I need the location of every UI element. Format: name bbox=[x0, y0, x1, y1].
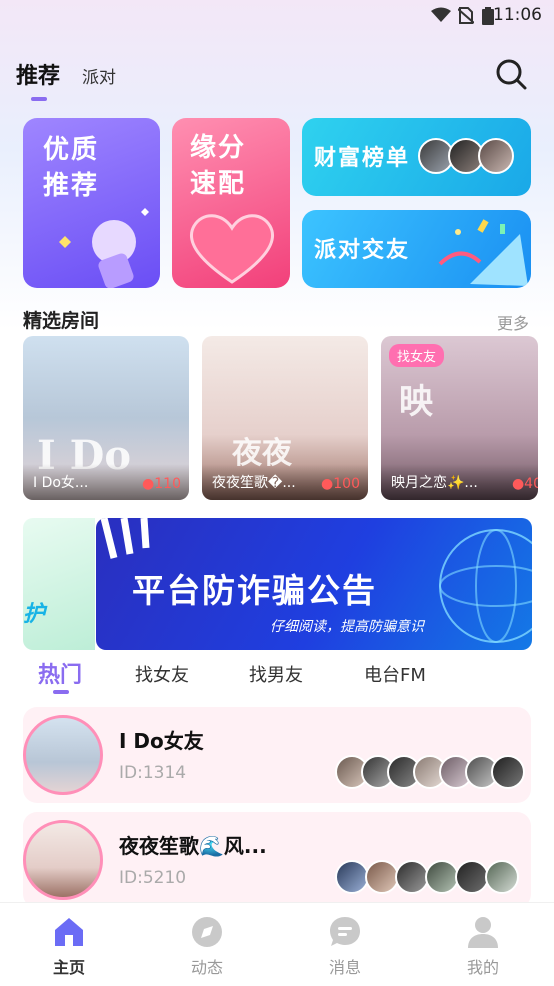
tab-hot[interactable]: 热门 bbox=[38, 657, 82, 689]
featured-room-card[interactable]: I Do I Do女... ●110 bbox=[23, 336, 189, 500]
room-avatar bbox=[23, 715, 103, 795]
member-avatars bbox=[335, 860, 525, 896]
avatar bbox=[365, 860, 399, 894]
nav-messages[interactable]: 消息 bbox=[276, 903, 414, 986]
featured-rooms-title: 精选房间 bbox=[23, 310, 100, 332]
category-tab-indicator bbox=[53, 690, 69, 694]
wealth-ranking-tile[interactable]: 财富榜单 bbox=[302, 118, 531, 196]
bottom-nav: 主页 动态 消息 我的 bbox=[0, 902, 554, 986]
person-icon bbox=[468, 917, 498, 948]
room-heat: ●40 bbox=[512, 476, 538, 492]
wifi-icon bbox=[431, 7, 451, 22]
tab-recommend[interactable]: 推荐 bbox=[16, 58, 60, 90]
nav-profile[interactable]: 我的 bbox=[414, 903, 552, 986]
room-name: I Do女... bbox=[33, 475, 89, 491]
room-name: 夜夜笙歌�... bbox=[212, 475, 296, 491]
tab-indicator bbox=[31, 97, 47, 101]
avatar bbox=[478, 138, 514, 174]
compass-icon bbox=[192, 917, 222, 947]
room-heat-value: 40 bbox=[524, 476, 538, 492]
clock-time: 11:06 bbox=[493, 5, 542, 25]
member-avatars bbox=[335, 755, 525, 791]
flame-icon: ● bbox=[511, 476, 525, 492]
room-list-id: ID:5210 bbox=[119, 868, 187, 888]
premium-recommend-label: 优质 推荐 bbox=[43, 135, 100, 201]
tab-find-boyfriend[interactable]: 找男友 bbox=[249, 661, 303, 687]
status-bar: 11:06 bbox=[0, 0, 554, 30]
nav-messages-label: 消息 bbox=[328, 958, 361, 977]
room-list-item[interactable]: I Do女友 ID:1314 bbox=[23, 707, 531, 803]
banner-title: 平台防诈骗公告 bbox=[132, 571, 377, 610]
no-sim-icon bbox=[458, 7, 474, 24]
room-list-id: ID:1314 bbox=[119, 763, 187, 783]
room-heat: ●110 bbox=[142, 476, 181, 492]
room-heat: ●100 bbox=[321, 476, 360, 492]
party-popper-icon bbox=[438, 219, 528, 286]
message-icon bbox=[330, 917, 360, 946]
banner-prev-slide[interactable]: 护 bbox=[23, 518, 95, 650]
party-friends-label: 派对交友 bbox=[314, 238, 411, 263]
nav-profile-label: 我的 bbox=[466, 958, 499, 977]
tab-find-girlfriend[interactable]: 找女友 bbox=[135, 661, 189, 687]
tab-radio-fm[interactable]: 电台FM bbox=[364, 661, 426, 687]
fate-match-label: 缘分 速配 bbox=[190, 133, 247, 199]
premium-recommend-tile[interactable]: 优质 推荐 bbox=[23, 118, 160, 288]
anti-fraud-banner[interactable]: 平台防诈骗公告 仔细阅读，提高防骗意识 bbox=[96, 518, 532, 650]
banner-subtitle: 仔细阅读，提高防骗意识 bbox=[270, 619, 424, 635]
room-list-name: I Do女友 bbox=[119, 729, 204, 753]
globe-graphic-icon bbox=[439, 529, 532, 643]
nav-home[interactable]: 主页 bbox=[0, 903, 138, 986]
more-link[interactable]: 更多 bbox=[497, 310, 529, 334]
nav-moments-label: 动态 bbox=[190, 958, 223, 977]
alert-stripes-icon bbox=[100, 518, 150, 559]
avatar bbox=[425, 860, 459, 894]
avatar bbox=[491, 755, 525, 789]
avatar bbox=[335, 860, 369, 894]
search-icon[interactable] bbox=[494, 57, 528, 91]
party-friends-tile[interactable]: 派对交友 bbox=[302, 210, 531, 288]
ranking-avatars bbox=[418, 138, 518, 176]
room-list-name: 夜夜笙歌🌊风... bbox=[119, 834, 267, 858]
avatar bbox=[455, 860, 489, 894]
top-header: 推荐 派对 bbox=[0, 50, 554, 101]
flame-icon: ● bbox=[142, 476, 155, 492]
avatar bbox=[395, 860, 429, 894]
nav-home-label: 主页 bbox=[52, 958, 85, 977]
room-heat-value: 100 bbox=[333, 476, 360, 492]
room-avatar bbox=[23, 820, 103, 900]
microphone-illustration-icon bbox=[59, 208, 149, 288]
fate-match-tile[interactable]: 缘分 速配 bbox=[172, 118, 290, 288]
featured-room-card[interactable]: 找女友 映 映月之恋✨... ●40 bbox=[381, 336, 538, 500]
flame-icon: ● bbox=[321, 476, 334, 492]
featured-room-card[interactable]: 夜夜 夜夜笙歌�... ●100 bbox=[202, 336, 368, 500]
heart-icon bbox=[189, 214, 275, 284]
nav-moments[interactable]: 动态 bbox=[138, 903, 276, 986]
banner-side-text: 护 bbox=[23, 602, 46, 627]
room-cover-art: 映 bbox=[399, 382, 433, 422]
avatar bbox=[485, 860, 519, 894]
home-icon bbox=[55, 918, 83, 946]
room-list-item[interactable]: 夜夜笙歌🌊风... ID:5210 bbox=[23, 812, 531, 908]
tab-party[interactable]: 派对 bbox=[82, 63, 116, 88]
room-heat-value: 110 bbox=[154, 476, 181, 492]
room-name: 映月之恋✨... bbox=[391, 475, 478, 491]
room-tag: 找女友 bbox=[389, 344, 445, 367]
wealth-ranking-label: 财富榜单 bbox=[314, 146, 411, 171]
